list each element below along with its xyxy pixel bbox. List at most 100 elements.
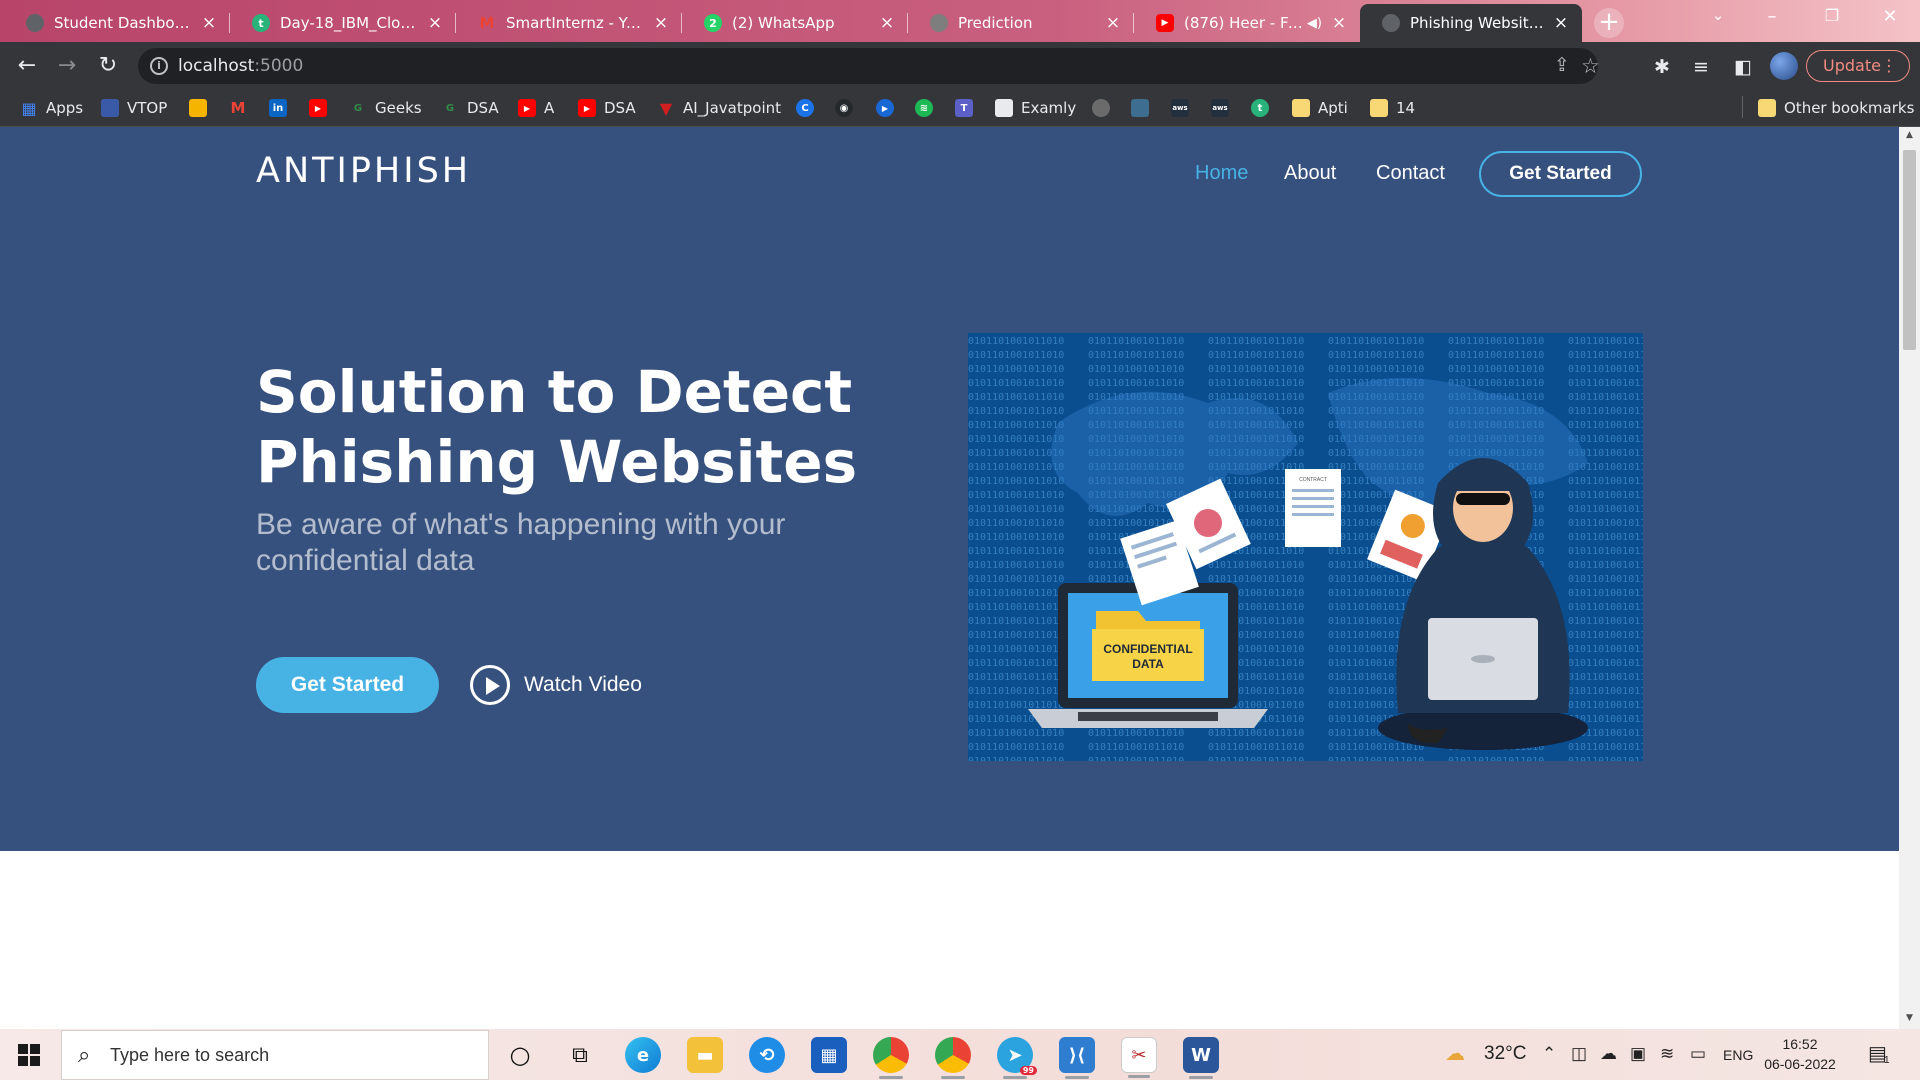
bookmark-spotify[interactable]: ≋ <box>915 97 933 119</box>
battery-icon[interactable]: ▭ <box>1690 1044 1706 1064</box>
bookmark-youtube[interactable]: ▶ <box>309 97 327 119</box>
meet-now-icon[interactable]: ◫ <box>1571 1044 1587 1064</box>
bookmark-examly[interactable]: Examly <box>995 97 1076 119</box>
tab-favicon-icon: t <box>252 14 270 32</box>
watch-video-button[interactable]: Watch Video <box>470 663 642 707</box>
file-explorer-icon[interactable]: ▬ <box>687 1037 723 1073</box>
bookmark-talentsprint[interactable]: t <box>1251 97 1269 119</box>
taskbar-clock[interactable]: 16:52 06-06-2022 <box>1760 1034 1840 1074</box>
bookmark-ai-javatpoint[interactable]: ▼ AI_Javatpoint <box>657 97 781 119</box>
address-bar[interactable]: i localhost:5000 ⇪ ☆ <box>138 48 1600 84</box>
tab-title: Phishing Website Det <box>1410 14 1544 32</box>
weather-temp[interactable]: 32°C <box>1484 1043 1526 1065</box>
bookmark-dsa-gfg[interactable]: G DSA <box>441 97 499 119</box>
nav-get-started-button[interactable]: Get Started <box>1479 151 1642 197</box>
bookmark-geeks[interactable]: G Geeks <box>349 97 422 119</box>
restore-button[interactable]: ❐ <box>1812 6 1852 25</box>
task-view-icon[interactable]: ⧉ <box>562 1037 598 1073</box>
tab-close-icon[interactable]: × <box>1104 13 1122 33</box>
snipping-tool-icon[interactable]: ✂ <box>1121 1037 1157 1078</box>
chrome-icon[interactable] <box>873 1037 909 1079</box>
minimize-button[interactable]: – <box>1752 6 1792 27</box>
speaker-icon[interactable]: ◀) <box>1307 16 1322 31</box>
reload-icon[interactable]: ↻ <box>94 52 122 80</box>
tab-close-icon[interactable]: × <box>1552 13 1570 33</box>
site-info-icon[interactable]: i <box>150 57 168 75</box>
tab-close-icon[interactable]: × <box>426 13 444 33</box>
windows-start-icon[interactable] <box>18 1044 40 1066</box>
bookmark-classroom[interactable] <box>189 97 207 119</box>
language-indicator[interactable]: ENG <box>1723 1047 1753 1063</box>
vscode-icon[interactable]: ⟩⟨ <box>1059 1037 1095 1079</box>
tab-close-icon[interactable]: × <box>1330 13 1348 33</box>
scroll-down-arrow-icon[interactable]: ▼ <box>1903 1013 1916 1027</box>
bookmark-vtop[interactable]: VTOP <box>101 97 167 119</box>
bookmark-player[interactable]: ▶ <box>876 97 894 119</box>
bookmark-globe[interactable] <box>1092 97 1110 119</box>
update-button[interactable]: Update ⋮ <box>1806 50 1910 82</box>
bookmark-gmail[interactable]: M <box>229 97 247 119</box>
bookmark-apti[interactable]: Apti <box>1292 97 1348 119</box>
edge-dev-icon[interactable]: ⟲ <box>749 1037 785 1073</box>
bookmark-apps[interactable]: ▦ Apps <box>20 97 83 119</box>
tray-chevron-up-icon[interactable]: ⌃ <box>1542 1044 1556 1064</box>
wifi-icon[interactable]: ≋ <box>1660 1044 1674 1064</box>
bookmark-c[interactable]: C <box>796 97 814 119</box>
other-bookmarks[interactable]: Other bookmarks <box>1758 97 1914 119</box>
bookmark-teams[interactable]: T <box>955 97 973 119</box>
page-scrollbar-thumb[interactable] <box>1903 150 1916 350</box>
site-icon <box>1131 99 1149 117</box>
share-icon[interactable]: ⇪ <box>1554 54 1570 76</box>
tab-search-icon[interactable]: ⌄ <box>1698 6 1738 24</box>
taskbar-search-box[interactable]: ⌕ Type here to search <box>61 1030 489 1080</box>
nav-home[interactable]: Home <box>1195 162 1248 185</box>
bookmark-star-icon[interactable]: ☆ <box>1581 54 1600 78</box>
tab-close-icon[interactable]: × <box>200 13 218 33</box>
tab-close-icon[interactable]: × <box>878 13 896 33</box>
tab-title: Day-18_IBM_Cloud_ac <box>280 14 418 32</box>
hero-illustration: 0101101001011010 CONFIDENTIAL DATA <box>968 333 1643 761</box>
teams-icon: T <box>955 99 973 117</box>
bookmark-14[interactable]: 14 <box>1370 97 1415 119</box>
hero-get-started-button[interactable]: Get Started <box>256 657 439 713</box>
browser-tab-active[interactable]: Phishing Website Det × <box>1360 4 1582 42</box>
telegram-icon[interactable]: ➤ 99 <box>997 1037 1037 1079</box>
menu-kebab-icon[interactable]: ⋮ <box>1881 51 1897 81</box>
side-panel-icon[interactable]: ◧ <box>1734 56 1752 78</box>
display-icon[interactable]: ▣ <box>1630 1044 1646 1064</box>
tab-close-icon[interactable]: × <box>652 13 670 33</box>
hero-section: ANTIPHISH Home About Contact Get Started… <box>0 127 1899 851</box>
nav-about[interactable]: About <box>1284 162 1336 185</box>
browser-tab[interactable]: Prediction × <box>908 4 1134 42</box>
browser-tab[interactable]: ▶ (876) Heer - Full S ◀) × <box>1134 4 1360 42</box>
onedrive-icon[interactable]: ☁ <box>1600 1044 1617 1064</box>
profile-avatar[interactable] <box>1770 52 1798 80</box>
word-icon[interactable]: W <box>1183 1037 1219 1079</box>
cortana-icon[interactable]: ○ <box>502 1037 538 1073</box>
browser-tab[interactable]: Student Dashboard × <box>4 4 230 42</box>
bookmark-site[interactable] <box>1131 97 1149 119</box>
tab-favicon-icon <box>26 14 44 32</box>
weather-icon[interactable]: ☁ <box>1445 1041 1465 1066</box>
back-arrow-icon[interactable]: ← <box>13 52 41 80</box>
site-logo[interactable]: ANTIPHISH <box>256 151 471 191</box>
browser-tab[interactable]: M SmartInternz - Your te × <box>456 4 682 42</box>
bookmark-aws-2[interactable]: aws <box>1211 97 1229 119</box>
nav-contact[interactable]: Contact <box>1376 162 1445 185</box>
bookmark-linkedin[interactable]: in <box>269 97 287 119</box>
browser-tab[interactable]: 2 (2) WhatsApp × <box>682 4 908 42</box>
scroll-up-arrow-icon[interactable]: ▲ <box>1903 130 1916 144</box>
edge-icon[interactable]: e <box>625 1037 661 1073</box>
bookmark-aws-1[interactable]: aws <box>1171 97 1189 119</box>
store-icon[interactable]: ▦ <box>811 1037 847 1073</box>
bookmark-a[interactable]: ▶ A <box>518 97 554 119</box>
extensions-puzzle-icon[interactable]: ✱ <box>1654 56 1670 78</box>
chrome-profile-icon[interactable] <box>935 1037 971 1079</box>
media-queue-icon[interactable]: ≡ <box>1693 56 1709 78</box>
bookmark-github[interactable]: ◉ <box>835 97 853 119</box>
forward-arrow-icon[interactable]: → <box>53 52 81 80</box>
close-window-button[interactable]: ✕ <box>1870 6 1910 27</box>
bookmark-dsa-yt[interactable]: ▶ DSA <box>578 97 636 119</box>
new-tab-button[interactable]: + <box>1594 8 1624 38</box>
browser-tab[interactable]: t Day-18_IBM_Cloud_ac × <box>230 4 456 42</box>
